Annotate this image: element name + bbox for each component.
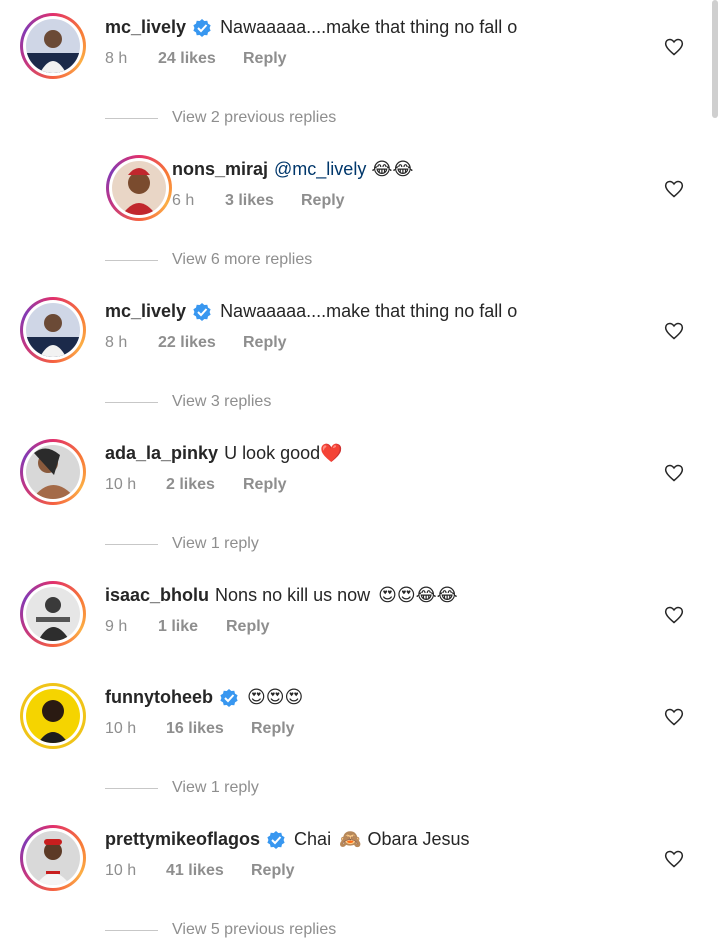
view-replies-link[interactable]: View 1 reply <box>105 778 259 798</box>
comment-text-2: Obara Jesus <box>367 829 470 849</box>
avatar-story-ring[interactable] <box>20 439 86 505</box>
avatar-story-ring[interactable] <box>20 825 86 891</box>
reply-button[interactable]: Reply <box>251 862 295 880</box>
view-replies-link[interactable]: View 2 previous replies <box>105 108 336 128</box>
heart-icon[interactable] <box>664 321 684 341</box>
verified-badge-icon <box>220 688 238 707</box>
avatar-story-ring[interactable] <box>20 297 86 363</box>
divider <box>105 929 158 931</box>
verified-badge-icon <box>193 302 211 321</box>
heart-icon[interactable] <box>664 179 684 199</box>
comment-item: funnytoheeb 😍😍😍 10 h 16 likes Reply <box>0 670 720 760</box>
comment-item: prettymikeoflagos Chai 🙈 Obara Jesus 10 … <box>0 812 720 902</box>
comment-item: ada_la_pinky U look good ❤️ 10 h 2 likes… <box>0 426 720 516</box>
avatar-story-ring[interactable] <box>20 13 86 79</box>
comment-username[interactable]: prettymikeoflagos <box>105 829 260 850</box>
comment-username[interactable]: nons_miraj <box>172 159 268 180</box>
comment-username[interactable]: mc_lively <box>105 17 186 38</box>
comment-time: 10 h <box>105 476 137 493</box>
avatar-story-ring[interactable] <box>20 581 86 647</box>
comment-username[interactable]: isaac_bholu <box>105 585 209 606</box>
comment-item: nons_miraj @mc_lively 😂😂 6 h 3 likes Rep… <box>0 142 720 232</box>
comment-emoji: 🙈 <box>339 829 362 850</box>
view-replies-link[interactable]: View 6 more replies <box>105 250 312 270</box>
comment-text: Nons no kill us now <box>215 585 371 605</box>
comment-text: Nawaaaaa....make that thing no fall o <box>220 17 518 37</box>
avatar <box>112 161 166 215</box>
comment-item: isaac_bholu Nons no kill us now 😍😍😂😂 9 h… <box>0 568 720 658</box>
comment-likes[interactable]: 24 likes <box>158 50 216 68</box>
view-replies-link[interactable]: View 1 reply <box>105 534 259 554</box>
reply-button[interactable]: Reply <box>301 192 345 210</box>
view-replies-link[interactable]: View 5 previous replies <box>105 920 336 940</box>
comment-likes[interactable]: 22 likes <box>158 334 216 352</box>
heart-icon[interactable] <box>664 463 684 483</box>
comment-username[interactable]: mc_lively <box>105 301 186 322</box>
comment-likes[interactable]: 41 likes <box>166 862 224 880</box>
comment-time: 10 h <box>105 862 137 879</box>
comment-likes[interactable]: 1 like <box>158 618 198 636</box>
verified-badge-icon <box>267 830 285 849</box>
comment-emoji: 😍😍😂😂 <box>378 585 458 606</box>
mention-link[interactable]: @mc_lively <box>274 159 366 180</box>
reply-button[interactable]: Reply <box>243 334 287 352</box>
comment-time: 9 h <box>105 618 128 635</box>
avatar-story-ring[interactable] <box>20 683 86 749</box>
heart-icon[interactable] <box>664 605 684 625</box>
reply-button[interactable]: Reply <box>226 618 270 636</box>
comment-item: mc_lively Nawaaaaa....make that thing no… <box>0 284 720 374</box>
avatar <box>26 303 80 357</box>
comment-likes[interactable]: 16 likes <box>166 720 224 738</box>
comment-time: 10 h <box>105 720 137 737</box>
divider <box>105 787 158 789</box>
comment-time: 6 h <box>172 192 195 209</box>
comment-emoji: 😍😍😍 <box>247 687 304 708</box>
comment-text: Nawaaaaa....make that thing no fall o <box>220 301 518 321</box>
comment-username[interactable]: ada_la_pinky <box>105 443 218 464</box>
heart-icon[interactable] <box>664 849 684 869</box>
comment-likes[interactable]: 3 likes <box>225 192 274 210</box>
comment-text: U look good <box>224 443 321 463</box>
comment-likes[interactable]: 2 likes <box>166 476 215 494</box>
reply-button[interactable]: Reply <box>243 476 287 494</box>
heart-icon[interactable] <box>664 707 684 727</box>
comment-username[interactable]: funnytoheeb <box>105 687 213 708</box>
comment-emoji: 😂😂 <box>371 159 414 180</box>
reply-button[interactable]: Reply <box>243 50 287 68</box>
divider <box>105 259 158 261</box>
avatar-story-ring[interactable] <box>106 155 172 221</box>
comment-item: mc_lively Nawaaaaa....make that thing no… <box>0 0 720 90</box>
verified-badge-icon <box>193 18 211 37</box>
avatar <box>26 831 80 885</box>
comment-emoji: ❤️ <box>320 443 343 464</box>
divider <box>105 543 158 545</box>
avatar <box>26 689 80 743</box>
avatar <box>26 445 80 499</box>
comment-time: 8 h <box>105 334 128 351</box>
comment-time: 8 h <box>105 50 128 67</box>
avatar <box>26 19 80 73</box>
heart-icon[interactable] <box>664 37 684 57</box>
divider <box>105 117 158 119</box>
avatar <box>26 587 80 641</box>
divider <box>105 401 158 403</box>
reply-button[interactable]: Reply <box>251 720 295 738</box>
view-replies-link[interactable]: View 3 replies <box>105 392 271 412</box>
comment-text: Chai <box>294 829 332 849</box>
